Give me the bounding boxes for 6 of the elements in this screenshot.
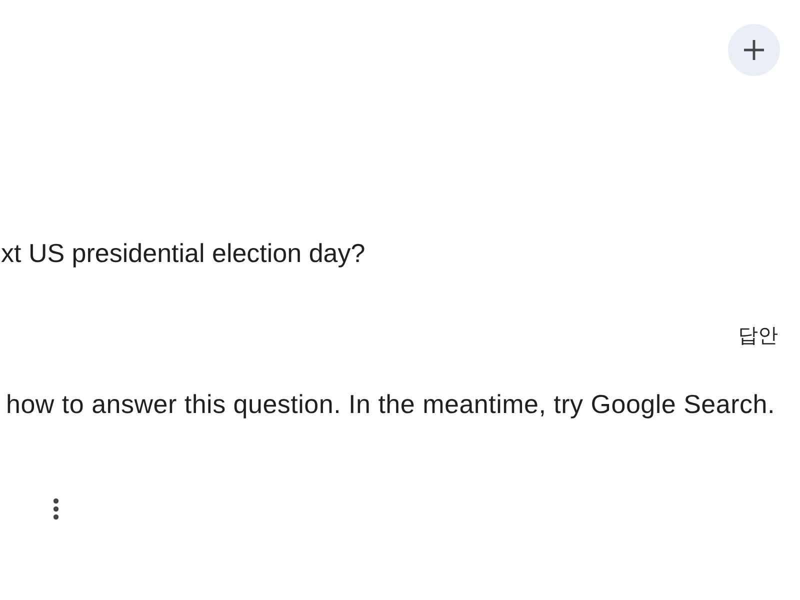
plus-icon — [744, 40, 764, 60]
response-text: how to answer this question. In the meantime, try Google Search. — [6, 388, 775, 420]
drafts-toggle[interactable]: 답안 — [738, 322, 778, 348]
new-chat-button[interactable] — [728, 24, 780, 76]
more-options-icon[interactable] — [53, 498, 59, 520]
prompt-text: xt US presidential election day? — [1, 237, 366, 269]
